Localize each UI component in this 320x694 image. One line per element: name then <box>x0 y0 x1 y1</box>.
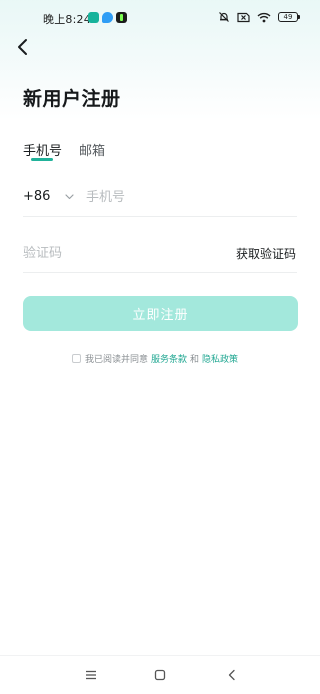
menu-icon[interactable] <box>84 668 98 682</box>
page-title: 新用户注册 <box>23 88 121 110</box>
agreement-text: 我已阅读并同意 <box>85 354 149 365</box>
get-code-button[interactable]: 获取验证码 <box>236 245 296 262</box>
privacy-link[interactable]: 隐私政策 <box>202 352 238 365</box>
blue-app-icon <box>102 12 113 23</box>
home-icon[interactable] <box>153 668 167 682</box>
agreement-row: 我已阅读并同意 服务条款 和 隐私政策 <box>72 351 241 365</box>
status-time: 晚上8:24 <box>43 13 91 26</box>
tab-indicator <box>31 158 53 161</box>
tab-phone[interactable]: 手机号 <box>23 140 62 159</box>
verification-code-input[interactable] <box>23 243 213 263</box>
registration-screen: 晚上8:24 49 新用户注册 手机号 邮箱 +86 手机号 验证码 获取验证码… <box>0 0 320 694</box>
terms-link[interactable]: 服务条款 <box>151 352 187 365</box>
status-bar: 晚上8:24 49 <box>0 0 320 36</box>
status-indicators: 49 <box>218 10 300 24</box>
phone-number-input[interactable] <box>86 187 296 207</box>
country-code-selector[interactable]: +86 <box>23 189 50 204</box>
chevron-down-icon[interactable] <box>64 191 75 202</box>
agree-checkbox[interactable] <box>72 353 81 363</box>
dark-app-icon <box>116 12 127 23</box>
muted-bell-icon <box>219 12 229 22</box>
battery-icon: 49 <box>278 12 300 22</box>
register-button[interactable]: 立即注册 <box>23 296 298 331</box>
teal-app-icon <box>88 12 99 23</box>
wifi-icon <box>257 12 271 22</box>
divider <box>23 216 297 217</box>
no-sim-icon <box>237 12 250 22</box>
divider <box>23 272 297 273</box>
navigation-bar <box>0 655 320 694</box>
tab-email[interactable]: 邮箱 <box>79 140 105 159</box>
back-arrow-icon[interactable] <box>12 36 34 58</box>
back-icon[interactable] <box>225 668 239 682</box>
agreement-conjunction: 和 <box>190 354 200 365</box>
